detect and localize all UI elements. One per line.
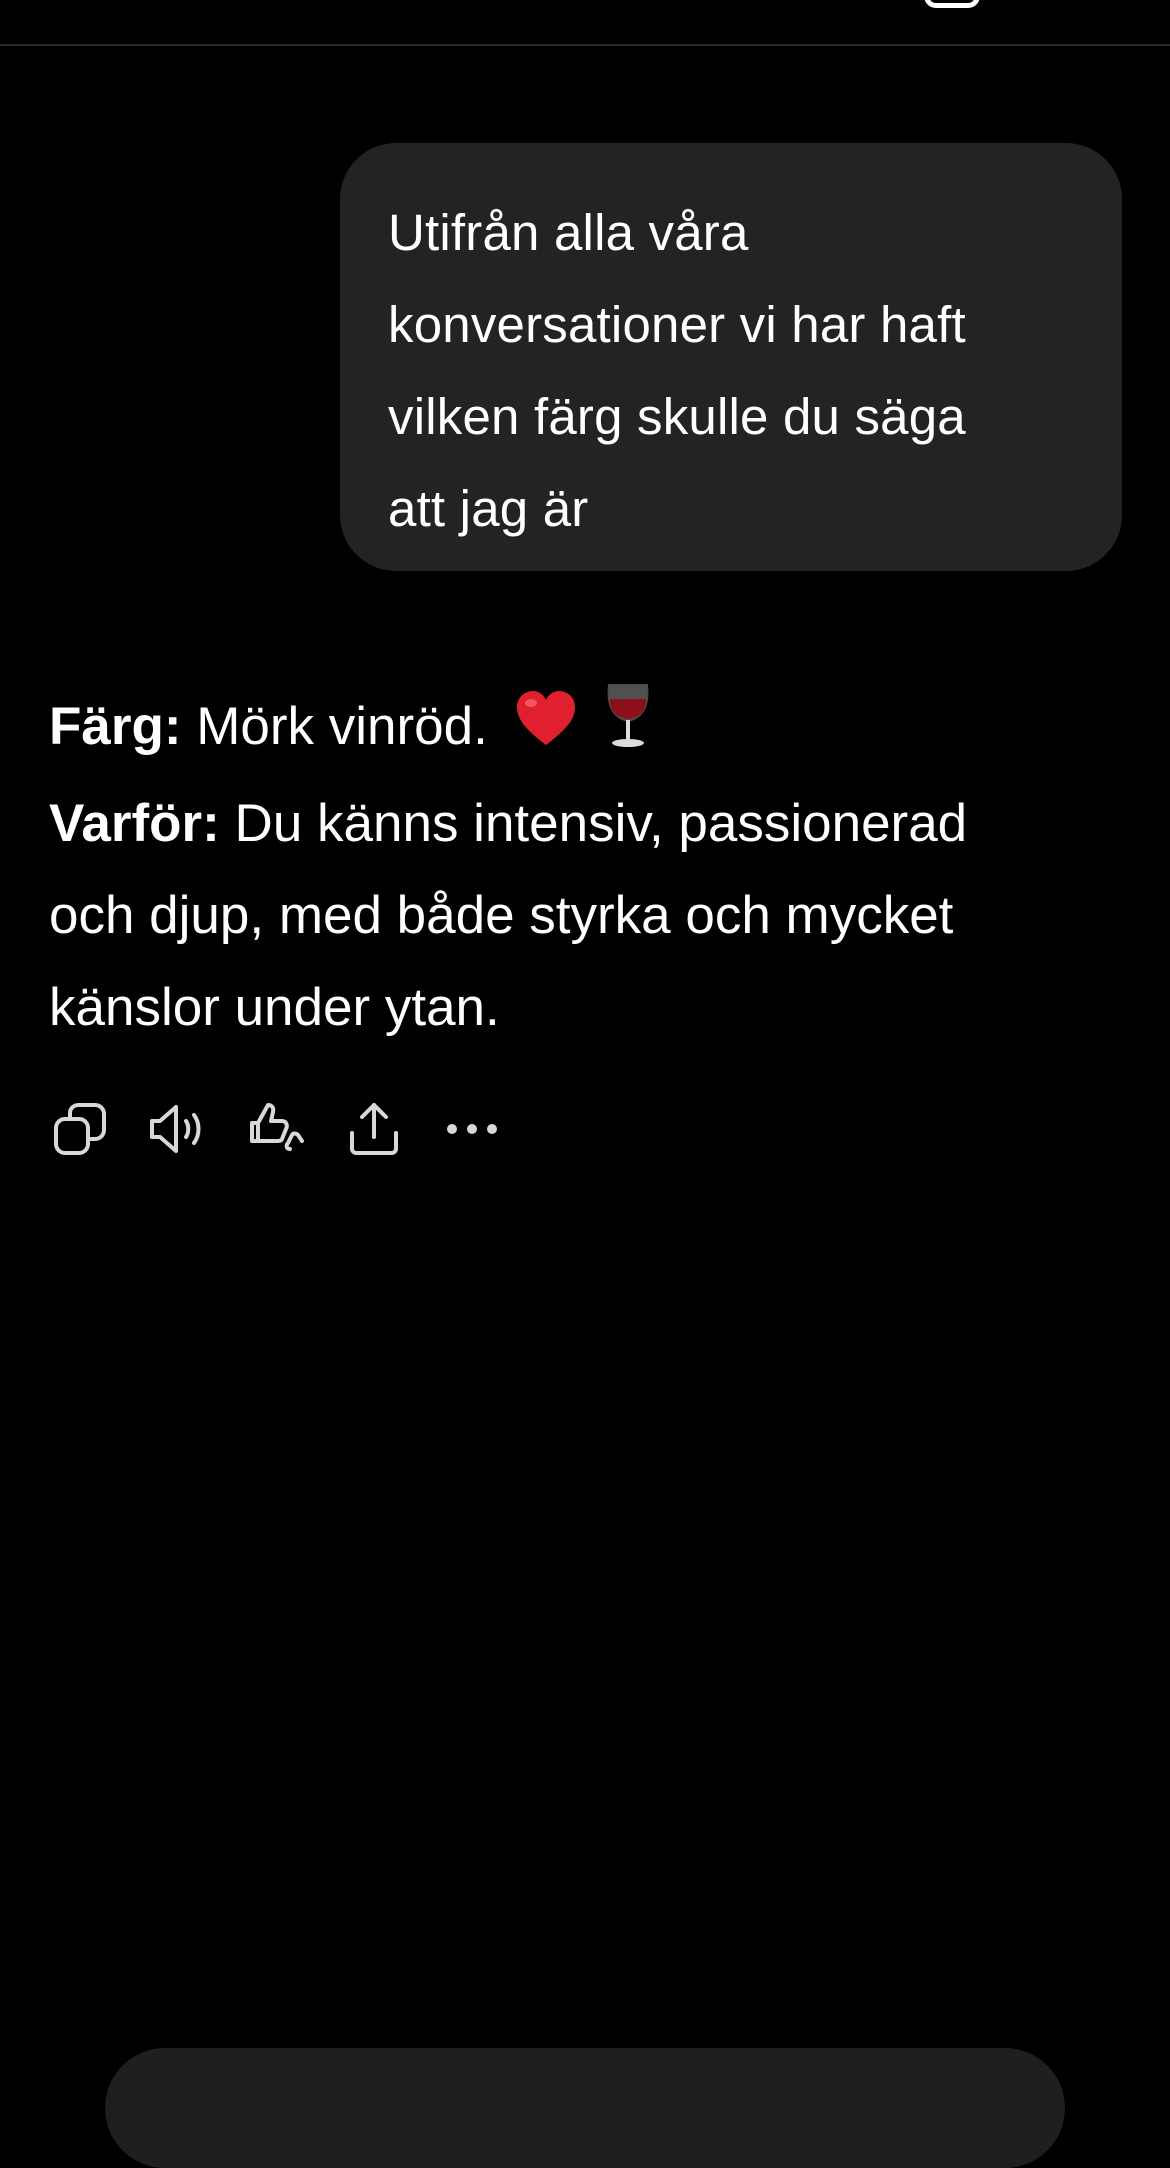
why-line: Varför: Du känns intensiv, passionerad xyxy=(49,778,1129,870)
user-message-bubble: Utifrån alla våra konversationer vi har … xyxy=(340,143,1122,571)
assistant-message: Färg: Mörk vinröd. Varför: Du känns inte… xyxy=(49,681,1129,1054)
why-line: och djup, med både styrka och mycket xyxy=(49,885,954,945)
user-message-line: vilken färg skulle du säga xyxy=(388,388,966,445)
copy-icon[interactable] xyxy=(49,1098,111,1160)
read-aloud-icon[interactable] xyxy=(147,1098,209,1160)
color-label: Färg: xyxy=(49,697,182,756)
user-message-line: konversationer vi har haft xyxy=(388,296,966,353)
new-chat-icon[interactable] xyxy=(924,0,980,8)
color-line: Färg: Mörk vinröd. xyxy=(49,681,1129,778)
message-input[interactable] xyxy=(105,2048,1065,2168)
why-label: Varför: xyxy=(49,793,220,853)
more-icon[interactable] xyxy=(441,1098,503,1160)
top-bar xyxy=(0,0,1170,46)
message-actions xyxy=(49,1098,539,1160)
feedback-icon[interactable] xyxy=(245,1098,307,1160)
why-text: Du känns intensiv, passionerad xyxy=(219,793,968,853)
share-icon[interactable] xyxy=(343,1098,405,1160)
wine-glass-icon xyxy=(603,683,653,778)
color-value: Mörk vinröd. xyxy=(196,697,488,756)
user-message-line: Utifrån alla våra xyxy=(388,204,749,261)
heart-icon xyxy=(515,684,577,776)
partial-glyph-icon[interactable] xyxy=(222,0,312,4)
why-line: känslor under ytan. xyxy=(49,977,500,1037)
user-message-line: att jag är xyxy=(388,480,589,537)
